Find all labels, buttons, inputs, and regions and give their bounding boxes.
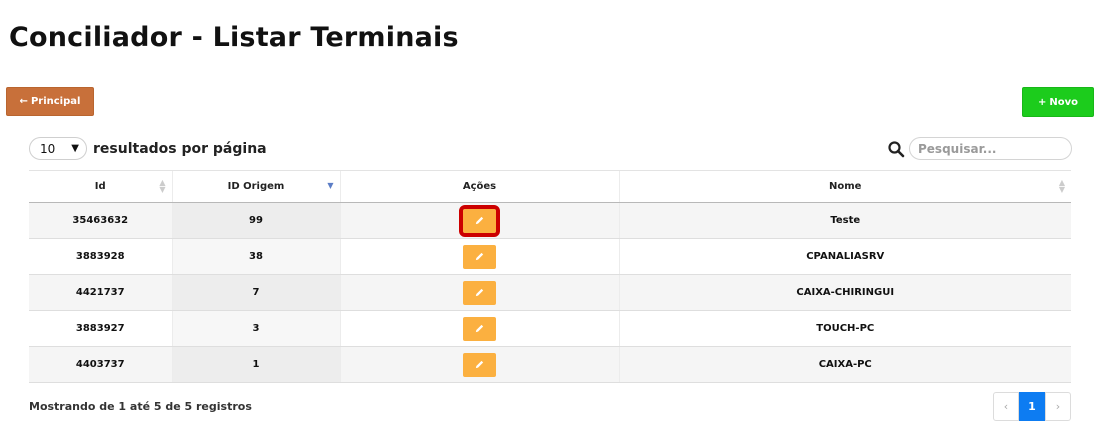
sort-both-icon: ▲ ▼ [159, 178, 166, 194]
column-header-label: Id [94, 181, 106, 192]
cell-id-origem: 3 [171, 310, 340, 347]
table-row: 4403737 1 CAIXA-PC [29, 346, 1071, 383]
cell-nome: Teste [618, 202, 1071, 239]
column-header-acoes: Ações [339, 170, 619, 203]
pagination-next-button[interactable]: › [1045, 392, 1071, 421]
page-length-label: resultados por página [93, 140, 267, 157]
cell-id: 35463632 [29, 202, 172, 239]
page-title: Conciliador - Listar Terminais [9, 22, 459, 53]
cell-id-origem: 38 [171, 238, 340, 275]
edit-button[interactable] [463, 244, 496, 269]
column-header-nome[interactable]: Nome ▲ ▼ [618, 170, 1071, 203]
novo-button[interactable]: + Novo [1022, 87, 1094, 117]
table-row: 35463632 99 Teste [29, 202, 1071, 239]
page-length-control: 10 ▼ resultados por página [29, 137, 267, 160]
cell-acoes [339, 310, 619, 347]
cell-id-origem: 7 [171, 274, 340, 311]
edit-button[interactable] [463, 316, 496, 341]
page-length-value: 10 [40, 141, 56, 156]
chevron-down-icon: ▼ [71, 143, 79, 154]
principal-button[interactable]: ← Principal [6, 87, 94, 116]
cell-id: 4403737 [29, 346, 172, 383]
column-header-id[interactable]: Id ▲ ▼ [29, 170, 172, 203]
table-row: 3883928 38 CPANALIASRV [29, 238, 1071, 275]
pagination-page-1[interactable]: 1 [1019, 392, 1045, 421]
cell-id-origem: 99 [171, 202, 340, 239]
plus-icon: + [1037, 96, 1047, 108]
cell-nome: TOUCH-PC [618, 310, 1071, 347]
edit-button[interactable] [463, 352, 496, 377]
cell-acoes [339, 346, 619, 383]
pencil-icon [475, 252, 484, 261]
search-control [887, 137, 1072, 160]
terminals-table: Id ▲ ▼ ID Origem ▼ Ações Nome ▲ ▼ 35463632… [29, 170, 1071, 383]
search-input[interactable] [909, 137, 1072, 160]
cell-nome: CPANALIASRV [618, 238, 1071, 275]
sort-desc-icon: ▼ [327, 181, 334, 190]
search-icon [888, 140, 905, 157]
cell-nome: CAIXA-PC [618, 346, 1071, 383]
column-header-label: Nome [829, 181, 862, 192]
arrow-left-icon: ← [19, 96, 28, 107]
cell-acoes [339, 238, 619, 275]
table-row: 3883927 3 TOUCH-PC [29, 310, 1071, 347]
principal-button-label: Principal [30, 96, 81, 107]
column-header-id-origem[interactable]: ID Origem ▼ [171, 170, 340, 203]
table-row: 4421737 7 CAIXA-CHIRINGUI [29, 274, 1071, 311]
cell-id: 4421737 [29, 274, 172, 311]
column-header-label: Ações [462, 181, 497, 192]
cell-id: 3883927 [29, 310, 172, 347]
table-header-row: Id ▲ ▼ ID Origem ▼ Ações Nome ▲ ▼ [29, 170, 1071, 203]
edit-button[interactable] [463, 280, 496, 305]
cell-acoes [339, 274, 619, 311]
pencil-icon [475, 324, 484, 333]
cell-id-origem: 1 [171, 346, 340, 383]
pagination-prev-button[interactable]: ‹ [993, 392, 1019, 421]
cell-nome: CAIXA-CHIRINGUI [618, 274, 1071, 311]
column-header-label: ID Origem [227, 181, 285, 192]
novo-button-label: Novo [1049, 96, 1079, 108]
cell-id: 3883928 [29, 238, 172, 275]
pagination: ‹ 1 › [993, 392, 1071, 421]
page-length-select[interactable]: 10 ▼ [29, 137, 87, 160]
table-info: Mostrando de 1 até 5 de 5 registros [29, 400, 252, 413]
pencil-icon [475, 288, 484, 297]
sort-both-icon: ▲ ▼ [1058, 178, 1065, 194]
pencil-icon [475, 216, 484, 225]
cell-acoes [339, 202, 619, 239]
edit-button[interactable] [459, 204, 500, 237]
pencil-icon [475, 360, 484, 369]
